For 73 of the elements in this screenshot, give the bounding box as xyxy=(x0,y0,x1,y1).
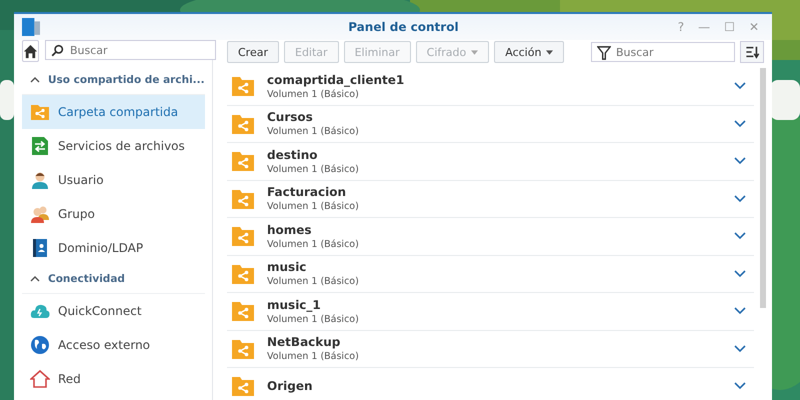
caret-icon xyxy=(471,50,478,54)
section-header[interactable]: Uso compartido de archi... xyxy=(48,74,205,86)
sidebar-item[interactable]: Grupo xyxy=(22,197,205,231)
chevron-down-icon[interactable] xyxy=(734,307,746,316)
shared-folder-icon xyxy=(231,74,255,98)
volume-label: Volumen 1 (Básico) xyxy=(267,351,360,362)
arrows-icon xyxy=(30,136,50,156)
app-icon xyxy=(22,18,40,36)
dropdown-button[interactable]: Acción xyxy=(494,41,564,63)
chevron-down-icon[interactable] xyxy=(734,382,746,390)
chevron-down-icon[interactable] xyxy=(734,270,746,278)
folder-name: music xyxy=(267,260,308,274)
folder-row[interactable]: music_1 Volumen 1 (Básico) xyxy=(227,293,754,330)
volume-label: Volumen 1 (Básico) xyxy=(267,164,360,175)
toolbar-button[interactable]: Crear xyxy=(227,41,279,63)
folder-name: Cursos xyxy=(267,110,314,124)
chevron-down-icon[interactable] xyxy=(734,344,746,353)
address-book-icon xyxy=(30,238,50,258)
shared-folder-icon xyxy=(231,149,255,174)
filter-icon xyxy=(597,46,611,60)
sidebar-item[interactable]: Carpeta compartida xyxy=(22,95,205,129)
sort-button[interactable] xyxy=(740,41,764,63)
sidebar-item[interactable]: Acceso externo xyxy=(22,328,205,362)
search-icon xyxy=(51,44,64,57)
folder-name: Origen xyxy=(267,379,314,394)
chevron-down-icon[interactable] xyxy=(734,82,746,90)
shared-folder-icon xyxy=(30,102,50,122)
scrollbar[interactable] xyxy=(760,68,766,308)
collapse-icon[interactable] xyxy=(30,274,40,284)
group-icon xyxy=(30,204,50,224)
folder-row[interactable]: NetBackup Volumen 1 (Básico) xyxy=(227,330,754,368)
chevron-down-icon[interactable] xyxy=(734,120,746,128)
house-icon xyxy=(30,369,50,389)
folder-name: music_1 xyxy=(267,298,322,312)
sidebar-item[interactable]: QuickConnect xyxy=(22,294,205,328)
caret-icon xyxy=(546,50,554,54)
shared-folder-icon xyxy=(231,224,255,248)
shared-folder-icon xyxy=(231,299,255,324)
folder-name: comaprtida_cliente1 xyxy=(267,72,406,87)
home-icon xyxy=(23,44,38,58)
home-button[interactable] xyxy=(22,40,39,62)
volume-label: Volumen 1 (Básico) xyxy=(267,201,360,212)
folder-name: Facturacion xyxy=(267,185,348,200)
section-header[interactable]: Conectividad xyxy=(48,273,125,285)
filter-field[interactable]: Buscar xyxy=(591,42,735,62)
chevron-down-icon[interactable] xyxy=(734,232,746,240)
chevron-down-icon[interactable] xyxy=(734,194,746,203)
folder-row[interactable]: Facturacion Volumen 1 (Básico) xyxy=(227,180,754,218)
folder-row[interactable]: music Volumen 1 (Básico) xyxy=(227,256,754,293)
folder-row[interactable]: Cursos Volumen 1 (Básico) xyxy=(227,106,754,143)
folder-row[interactable]: homes Volumen 1 (Básico) xyxy=(227,218,754,256)
folder-name: NetBackup xyxy=(267,335,342,350)
folder-row[interactable]: comaprtida_cliente1 Volumen 1 (Básico) xyxy=(227,68,754,106)
sidebar-item[interactable]: Dominio/LDAP xyxy=(22,231,205,265)
window-title: Panel de control xyxy=(347,20,460,34)
volume-label: Volumen 1 (Básico) xyxy=(267,238,360,250)
sidebar-item[interactable]: Red xyxy=(22,362,205,396)
volume-label: Volumen 1 (Básico) xyxy=(267,314,360,325)
volume-label: Volumen 1 (Básico) xyxy=(267,276,360,288)
chevron-down-icon[interactable] xyxy=(734,157,746,166)
globe-icon xyxy=(30,335,50,355)
user-icon xyxy=(30,170,50,190)
sidebar-item[interactable]: Usuario xyxy=(22,163,205,197)
collapse-icon[interactable] xyxy=(30,75,40,85)
folder-row[interactable]: destino Volumen 1 (Básico) xyxy=(227,143,754,180)
sort-icon xyxy=(744,45,760,59)
folder-name: homes xyxy=(267,222,313,237)
volume-label: Volumen 1 (Básico) xyxy=(267,126,360,138)
sidebar-item[interactable]: Servicios de archivos xyxy=(22,129,205,163)
volume-label: Volumen 1 (Básico) xyxy=(267,88,360,100)
folder-row[interactable]: Origen xyxy=(227,368,754,400)
search-field[interactable]: Buscar xyxy=(45,40,216,60)
folder-name: destino xyxy=(267,148,319,162)
